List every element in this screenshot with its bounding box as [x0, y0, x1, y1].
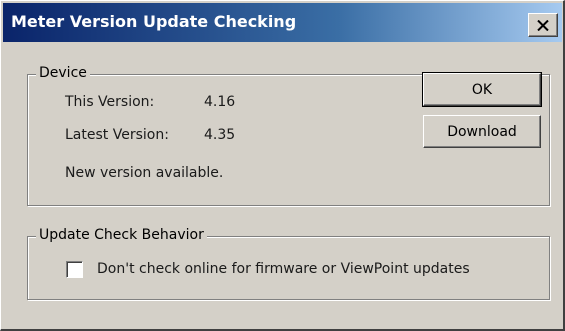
update-check-legend: Update Check Behavior: [36, 227, 207, 243]
update-status-text: New version available.: [65, 165, 224, 181]
this-version-label: This Version:: [65, 94, 155, 110]
title-bar[interactable]: Meter Version Update Checking: [3, 3, 562, 42]
close-button[interactable]: [528, 13, 558, 37]
download-button[interactable]: Download: [423, 115, 541, 148]
dont-check-online-label[interactable]: Don't check online for firmware or ViewP…: [97, 261, 470, 277]
close-icon: [537, 19, 549, 31]
dont-check-online-checkbox[interactable]: [66, 261, 83, 278]
ok-button[interactable]: OK: [422, 72, 542, 107]
this-version-value: 4.16: [204, 94, 236, 110]
latest-version-label: Latest Version:: [65, 127, 169, 143]
window-title: Meter Version Update Checking: [11, 12, 297, 31]
latest-version-value: 4.35: [204, 127, 236, 143]
device-group-legend: Device: [36, 65, 90, 81]
